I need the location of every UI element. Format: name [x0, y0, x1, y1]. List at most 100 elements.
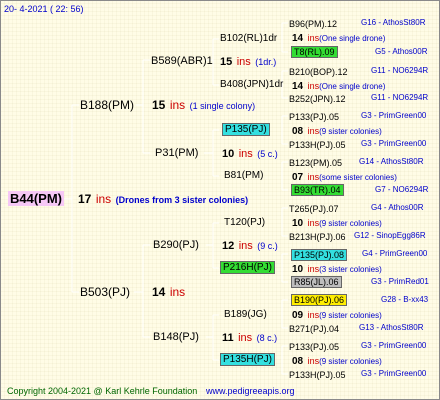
gen2-ins-0: 15 ins (1dr.)	[220, 55, 276, 68]
gen4-node-12: B190(PJ).06	[291, 293, 348, 306]
gen1-node-0: B188(PM)	[80, 98, 135, 112]
gen3-ins-count: 14	[292, 81, 304, 92]
gen4-node-4: P133(PJ).05	[289, 110, 339, 123]
gen4-name: B123(PM).05	[289, 158, 343, 168]
root-ins-note: (Drones from 3 sister colonies)	[115, 195, 249, 205]
gen3-ins-0: 14 ins(One single drone)	[292, 31, 385, 45]
website-link[interactable]: www.pedigreeapis.org	[206, 385, 295, 397]
pedigree-chart: 20- 4-2021 ( 22: 56) Copyright 2004-2021…	[0, 0, 440, 400]
gen3-name-highlight: P135H(PJ)	[220, 353, 275, 366]
gen4-name: P133(PJ).05	[289, 112, 340, 122]
gen1-ins-count: 15	[152, 98, 166, 112]
gen4-name: T8(RL).09	[291, 46, 338, 58]
gen4-node-15: P133H(PJ).05	[289, 368, 346, 381]
gen3-ins-note: (9 sister colonies)	[319, 127, 382, 136]
gen4-meta-4: G3 - PrimGreen00	[361, 111, 427, 120]
gen3-ins-note: (3 sister colonies)	[319, 265, 382, 274]
gen2-ins-note: (5 c.)	[257, 149, 278, 159]
gen2-ins-note: (8 c.)	[256, 333, 278, 343]
gen4-name: B190(PJ).06	[291, 294, 348, 306]
gen4-name: P133H(PJ).05	[289, 370, 346, 380]
gen2-node-3: B148(PJ)	[153, 331, 199, 343]
gen3-ins-count: 07	[292, 172, 304, 183]
gen1-ins-1: 14 ins	[152, 286, 185, 298]
gen2-node-0: B589(ABR)1	[151, 55, 213, 67]
gen3-ins-label: ins	[307, 218, 320, 228]
gen4-node-11: R85(JL).06	[291, 275, 342, 288]
gen4-name: P135(PJ).08	[291, 249, 348, 261]
gen2-ins-label: ins	[238, 148, 253, 160]
gen4-node-1: T8(RL).09	[291, 45, 338, 58]
gen3-ins-note: (One single drone)	[319, 34, 386, 43]
gen2-node-2: B290(PJ)	[153, 239, 199, 251]
gen4-meta-2: G11 - NO6294R	[371, 66, 429, 75]
gen4-node-8: T265(PJ).07	[289, 202, 339, 215]
gen3-node-4: T120(PJ)	[224, 217, 266, 228]
gen4-node-7: B93(TR).04	[291, 183, 344, 196]
gen4-node-13: B271(PJ).04	[289, 322, 339, 335]
gen2-ins-note: (9 c.)	[257, 241, 278, 251]
gen2-ins-2: 12 ins (9 c.)	[222, 239, 278, 252]
gen3-node-2: P135(PJ)	[222, 123, 270, 136]
gen4-node-3: B252(JPN).12	[289, 92, 346, 105]
gen4-name: B271(PJ).04	[289, 324, 340, 334]
gen3-ins-label: ins	[307, 356, 320, 366]
gen4-meta-6: G14 - AthosSt80R	[359, 157, 424, 166]
gen4-name: P133H(PJ).05	[289, 140, 346, 150]
gen4-meta-15: G3 - PrimGreen00	[361, 369, 427, 378]
gen3-ins-5: 10 ins(3 sister colonies)	[292, 262, 382, 276]
gen4-name: P133(PJ).05	[289, 342, 340, 352]
gen3-name-highlight: P216H(PJ)	[220, 261, 275, 274]
gen3-ins-label: ins	[307, 33, 320, 43]
gen3-ins-3: 07 ins(some sister colonies)	[292, 170, 397, 184]
gen4-meta-13: G13 - AthosSt80R	[359, 323, 424, 332]
gen1-ins-note: (1 single colony)	[189, 101, 256, 111]
gen2-ins-label: ins	[236, 56, 251, 68]
gen3-ins-7: 08 ins(9 sister colonies)	[292, 354, 382, 368]
gen3-ins-6: 09 ins(9 sister colonies)	[292, 308, 382, 322]
gen2-ins-count: 15	[220, 56, 233, 68]
gen3-ins-count: 10	[292, 218, 304, 229]
gen4-meta-14: G3 - PrimGreen00	[361, 341, 427, 350]
gen3-ins-1: 14 ins(One single drone)	[292, 79, 385, 93]
gen4-node-10: P135(PJ).08	[291, 248, 348, 261]
gen3-ins-label: ins	[307, 264, 320, 274]
gen4-node-14: P133(PJ).05	[289, 340, 339, 353]
gen1-ins-label: ins	[169, 285, 186, 299]
gen1-ins-count: 14	[152, 285, 166, 299]
gen3-node-5: P216H(PJ)	[220, 261, 275, 274]
gen3-ins-count: 09	[292, 310, 304, 321]
gen4-meta-0: G16 - AthosSt80R	[361, 18, 426, 27]
gen2-ins-1: 10 ins (5 c.)	[222, 147, 278, 160]
root-node: B44(PM)	[8, 191, 65, 206]
gen4-meta-10: G4 - PrimGreen00	[362, 249, 428, 258]
gen3-node-3: B81(PM)	[224, 170, 264, 181]
gen4-meta-12: G28 - B-xx43	[381, 295, 429, 304]
gen3-ins-label: ins	[307, 126, 320, 136]
root-ins-count: 17	[78, 192, 92, 206]
gen4-meta-8: G4 - Athos00R	[371, 203, 424, 212]
gen2-node-1: P31(PM)	[155, 147, 199, 159]
gen4-meta-3: G11 - NO6294R	[371, 93, 429, 102]
gen4-meta-5: G3 - PrimGreen00	[361, 139, 427, 148]
gen3-ins-4: 10 ins(9 sister colonies)	[292, 216, 382, 230]
gen2-ins-label: ins	[238, 240, 253, 252]
gen3-ins-count: 08	[292, 356, 304, 367]
copyright: Copyright 2004-2021 @ Karl Kehrle Founda…	[7, 386, 198, 396]
gen4-meta-11: G3 - PrimRed01	[371, 277, 429, 286]
gen4-name: T265(PJ).07	[289, 204, 339, 214]
gen3-node-6: B189(JG)	[224, 309, 267, 320]
gen4-name: B213H(PJ).06	[289, 232, 346, 242]
gen2-ins-note: (1dr.)	[255, 57, 277, 67]
gen3-node-0: B102(RL)1dr	[220, 33, 278, 44]
gen3-ins-count: 10	[292, 264, 304, 275]
gen4-name: B93(TR).04	[291, 184, 344, 196]
gen3-ins-label: ins	[307, 81, 320, 91]
gen4-name: B210(BOP).12	[289, 67, 348, 77]
gen2-ins-count: 11	[222, 332, 234, 344]
gen2-ins-count: 12	[222, 240, 235, 252]
gen4-node-5: P133H(PJ).05	[289, 138, 346, 151]
gen4-meta-1: G5 - Athos00R	[375, 47, 428, 56]
gen1-node-1: B503(PJ)	[80, 285, 131, 299]
gen1-ins-0: 15 ins (1 single colony)	[152, 99, 255, 112]
